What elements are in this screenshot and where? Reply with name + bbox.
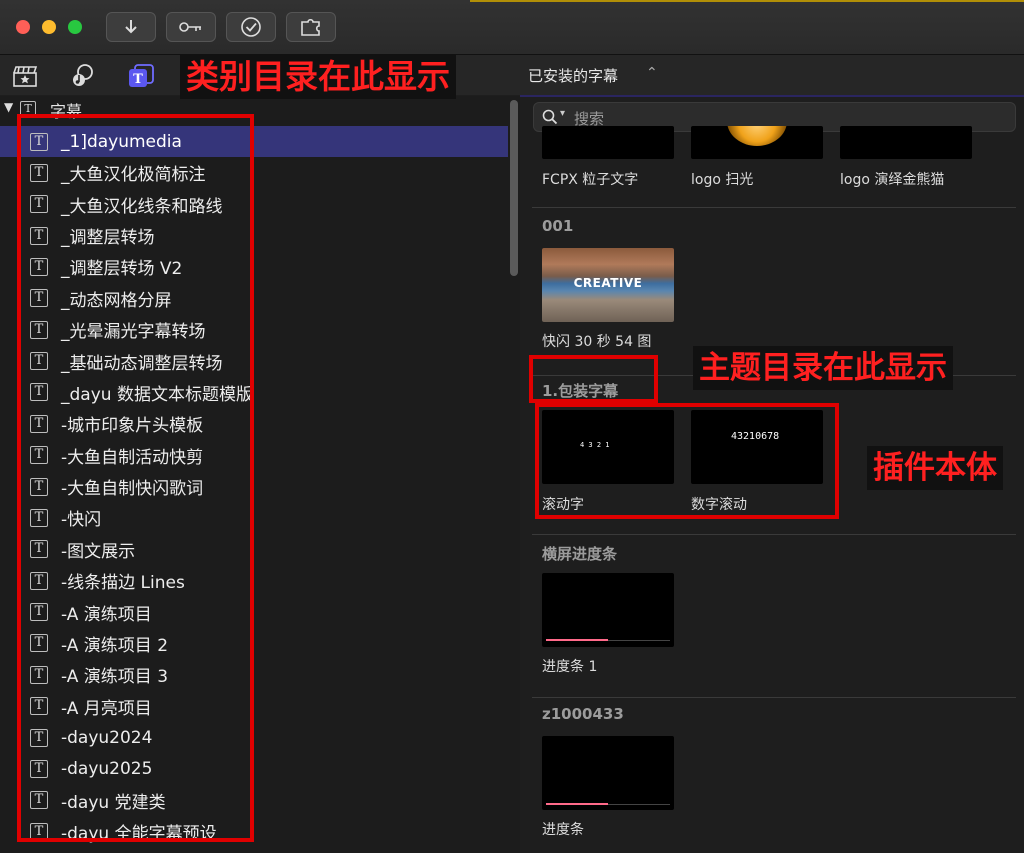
plugin-callout: 插件本体 bbox=[867, 446, 1003, 490]
group-title: 001 bbox=[542, 217, 574, 235]
group-divider bbox=[532, 697, 1016, 698]
progress-fill bbox=[546, 803, 608, 805]
thumbnail-progress-bar-1[interactable] bbox=[542, 573, 674, 647]
sun-glow-graphic bbox=[727, 126, 787, 146]
thumbnail-label: FCPX 粒子文字 bbox=[542, 172, 639, 188]
thumbnail-creative[interactable]: CREATIVE bbox=[542, 248, 674, 322]
chevron-updown-icon[interactable]: ⌃ bbox=[646, 65, 658, 81]
group-divider bbox=[532, 534, 1016, 535]
thumbnail-label: logo 扫光 bbox=[691, 172, 754, 188]
tab-libraries[interactable] bbox=[10, 61, 40, 91]
progress-fill bbox=[546, 639, 608, 641]
plugin-highlight-box bbox=[535, 403, 839, 519]
browser-header: 已安装的字幕 ⌃ bbox=[520, 55, 1024, 97]
thumbnail-caption: CREATIVE bbox=[573, 276, 643, 290]
theme-highlight-box bbox=[529, 355, 658, 403]
thumbnail-label: logo 演绎金熊猫 bbox=[840, 172, 945, 188]
minimize-window-button[interactable] bbox=[42, 20, 56, 34]
titles-icon: T bbox=[129, 64, 154, 87]
clapperboard-icon bbox=[13, 66, 38, 87]
thumbnail-label: 进度条 1 bbox=[542, 659, 598, 675]
disclosure-triangle-icon[interactable]: ▼ bbox=[4, 100, 13, 114]
download-arrow-icon bbox=[125, 20, 137, 34]
thumbnail-label: 快闪 30 秒 54 图 bbox=[542, 334, 652, 350]
background-tasks-button[interactable] bbox=[226, 12, 276, 42]
search-icon bbox=[542, 109, 558, 125]
category-highlight-box bbox=[17, 114, 254, 842]
theme-callout: 主题目录在此显示 bbox=[693, 346, 953, 390]
thumbnail-label: 进度条 bbox=[542, 822, 584, 838]
checkmark-circle-icon bbox=[241, 17, 261, 37]
svg-text:T: T bbox=[133, 72, 143, 87]
title-bar bbox=[0, 0, 1024, 55]
thumbnail-logo-sweep[interactable] bbox=[691, 126, 823, 159]
group-divider bbox=[532, 207, 1016, 208]
thumbnail-fcpx-particle[interactable] bbox=[542, 126, 674, 159]
thumbnail-logo-panda[interactable] bbox=[840, 126, 972, 159]
group-title: z1000433 bbox=[542, 705, 624, 723]
key-icon bbox=[179, 22, 201, 32]
close-window-button[interactable] bbox=[16, 20, 30, 34]
keyword-button[interactable] bbox=[166, 12, 216, 42]
photos-music-icon bbox=[73, 64, 93, 86]
plugin-button[interactable] bbox=[286, 12, 336, 42]
puzzle-icon bbox=[301, 18, 320, 36]
thumbnail-progress-bar[interactable] bbox=[542, 736, 674, 810]
chevron-down-icon[interactable]: ▾ bbox=[560, 108, 565, 119]
import-button[interactable] bbox=[106, 12, 156, 42]
zoom-window-button[interactable] bbox=[68, 20, 82, 34]
group-title: 横屏进度条 bbox=[542, 545, 618, 563]
tab-photos-audio[interactable] bbox=[68, 61, 98, 91]
tab-titles-generators[interactable]: T bbox=[126, 61, 156, 91]
installed-titles-selector[interactable]: 已安装的字幕 bbox=[528, 65, 618, 86]
category-callout: 类别目录在此显示 bbox=[180, 55, 456, 99]
sidebar-scrollbar[interactable] bbox=[510, 100, 518, 276]
